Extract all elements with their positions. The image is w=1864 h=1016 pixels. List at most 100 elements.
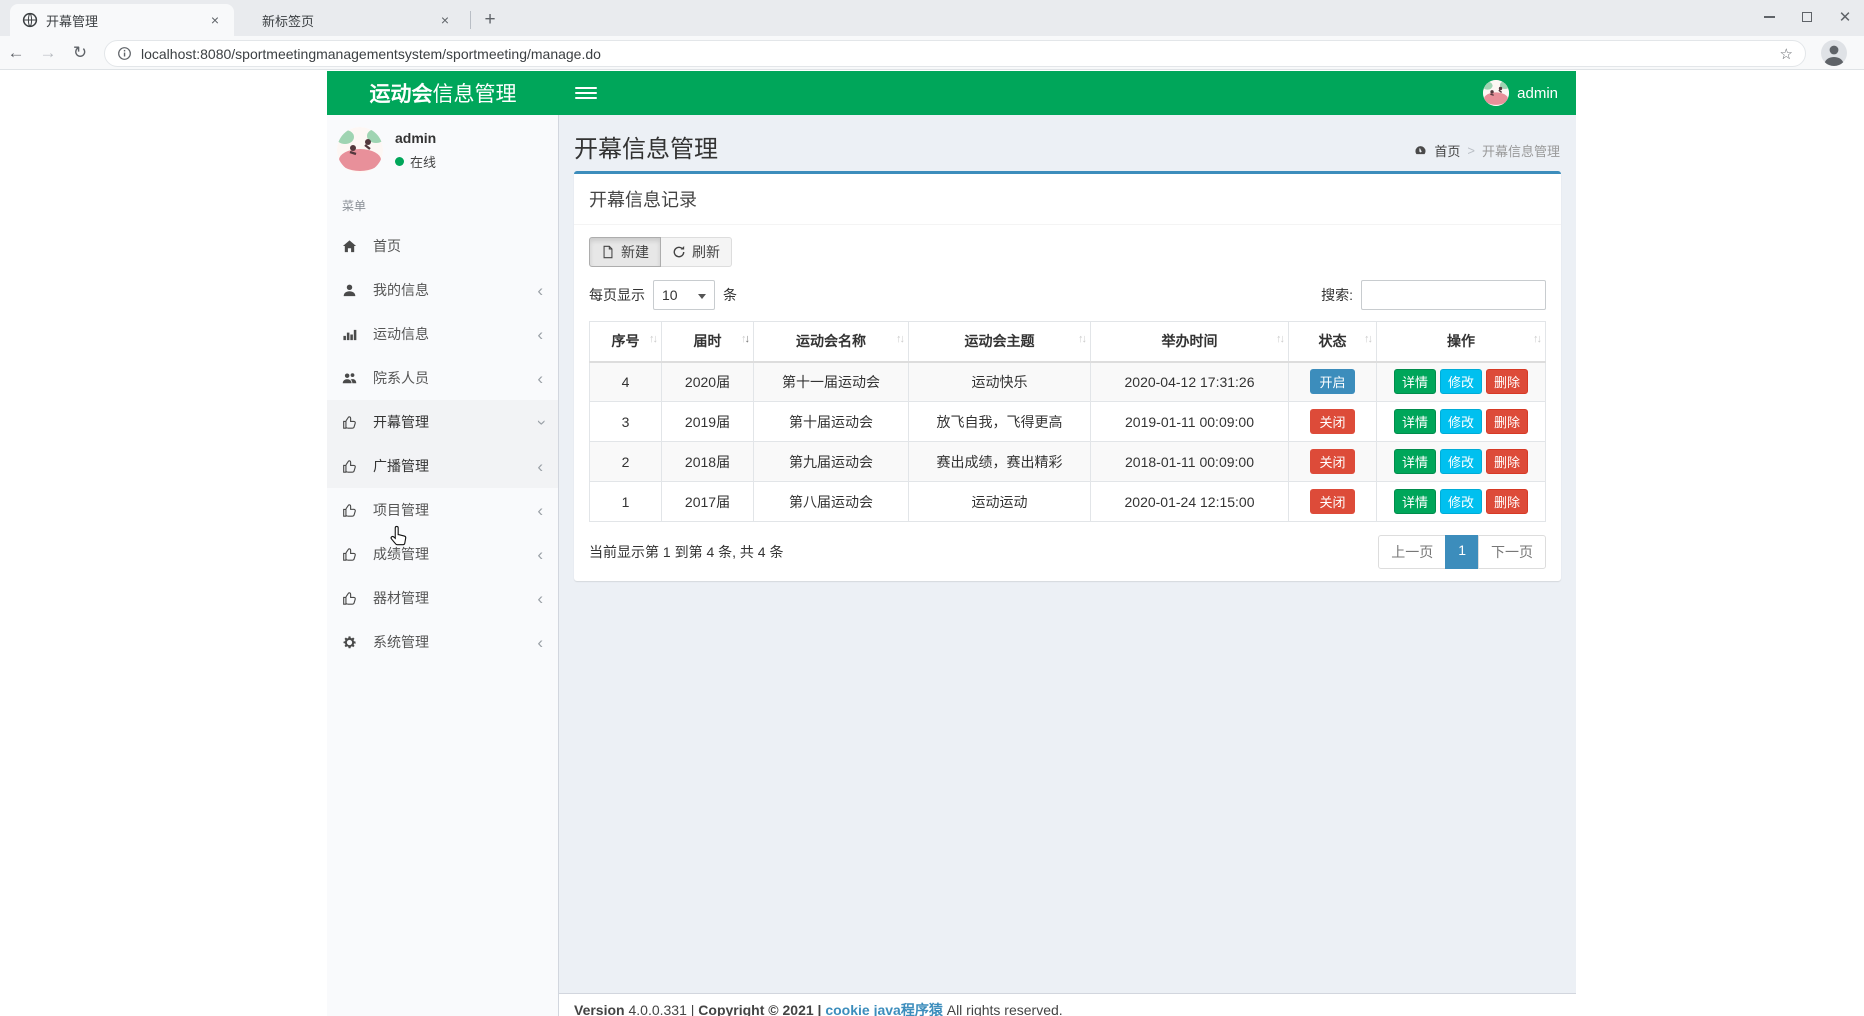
prev-page-button[interactable]: 上一页 — [1378, 535, 1447, 569]
tab-divider — [470, 11, 471, 29]
users-icon — [342, 371, 362, 386]
sidebar-item-my-info[interactable]: 我的信息 ‹ — [327, 268, 558, 312]
cell-seq: 2 — [589, 441, 662, 482]
cell-time: 2018-01-11 00:09:00 — [1090, 441, 1289, 482]
cell-actions: 详情 修改 删除 — [1376, 481, 1546, 522]
delete-button[interactable]: 删除 — [1486, 369, 1529, 395]
sidebar-item-sport-info[interactable]: 运动信息 ‹ — [327, 312, 558, 356]
records-table: 序号 ↑↓ 届时 ↑↓ 运动会名称 ↑↓ 运动会主题 ↑↓ 举办时间 ↑↓ 状态 ↑↓ 操作 ↑↓ 4 20… — [589, 321, 1546, 522]
cell-time: 2020-01-24 12:15:00 — [1090, 481, 1289, 522]
column-header[interactable]: 运动会名称 ↑↓ — [753, 321, 909, 363]
sidebar-item-system[interactable]: 系统管理 ‹ — [327, 620, 558, 664]
column-header[interactable]: 举办时间 ↑↓ — [1090, 321, 1289, 363]
new-tab-button[interactable]: + — [477, 7, 503, 33]
thumbs-up-icon — [342, 591, 362, 606]
browser-toolbar: ← → ↻ localhost:8080/sportmeetingmanagem… — [0, 36, 1864, 70]
page-length-control: 每页显示 10 条 — [589, 280, 737, 310]
breadcrumb-home-link[interactable]: 首页 — [1434, 141, 1460, 160]
sort-icon[interactable]: ↑↓ — [896, 333, 905, 345]
bookmark-star-icon[interactable]: ☆ — [1780, 45, 1793, 63]
footer-author-link[interactable]: cookie java程序猿 — [825, 1002, 943, 1016]
browser-tab-inactive[interactable]: 新标签页 × — [250, 4, 464, 36]
main-content: 开幕信息管理 首页 > 开幕信息管理 开幕信息记录 新建 刷新 每页显示 10 … — [559, 115, 1576, 1016]
column-label: 操作 — [1447, 333, 1475, 350]
header-user-menu[interactable]: admin — [1483, 71, 1558, 115]
sort-icon[interactable]: ↑↓ — [649, 333, 658, 345]
cell-status: 关闭 — [1288, 401, 1377, 442]
sidebar-toggle-icon[interactable] — [575, 87, 597, 99]
breadcrumb: 首页 > 开幕信息管理 — [1414, 141, 1560, 160]
logo-bold: 运动会 — [369, 83, 433, 106]
sort-icon[interactable]: ↑↓ — [1078, 333, 1087, 345]
length-label-after: 条 — [723, 287, 737, 303]
sidebar-item-score[interactable]: 成绩管理 ‹ — [327, 532, 558, 576]
delete-button[interactable]: 删除 — [1486, 449, 1529, 474]
column-header[interactable]: 序号 ↑↓ — [589, 321, 662, 363]
edit-button[interactable]: 修改 — [1439, 489, 1482, 514]
browser-profile-icon[interactable] — [1820, 39, 1848, 67]
edit-button[interactable]: 修改 — [1439, 409, 1482, 434]
new-button[interactable]: 新建 — [589, 237, 661, 267]
delete-button[interactable]: 删除 — [1486, 409, 1529, 434]
browser-tab-active[interactable]: 开幕管理 × — [10, 4, 234, 36]
page-length-select[interactable]: 10 — [653, 280, 715, 310]
tab-title: 开幕管理 — [46, 13, 99, 29]
chevron-left-icon: ‹ — [537, 280, 543, 300]
tab-close-icon[interactable]: × — [436, 11, 454, 29]
search-input[interactable] — [1361, 280, 1546, 310]
column-label: 届时 — [693, 333, 722, 350]
delete-button[interactable]: 删除 — [1486, 489, 1529, 514]
site-info-icon[interactable] — [117, 46, 132, 61]
window-minimize-icon[interactable] — [1750, 0, 1788, 34]
column-header[interactable]: 状态 ↑↓ — [1288, 321, 1377, 363]
web-page: 运动会信息管理 admin admin 在线 菜单 首页 我的信息 ‹ 运动信息 ‹ — [0, 71, 1864, 1016]
sort-icon[interactable]: ↑↓ — [1533, 333, 1542, 345]
chevron-left-icon: ‹ — [537, 500, 543, 520]
cell-seq: 1 — [589, 481, 662, 522]
sidebar-item-equipment[interactable]: 器材管理 ‹ — [327, 576, 558, 620]
home-icon — [342, 239, 362, 254]
address-bar[interactable]: localhost:8080/sportmeetingmanagementsys… — [104, 40, 1806, 67]
window-close-icon[interactable]: ✕ — [1826, 0, 1864, 34]
edit-button[interactable]: 修改 — [1439, 369, 1482, 395]
detail-button[interactable]: 详情 — [1393, 369, 1436, 395]
sidebar-item-dept-staff[interactable]: 院系人员 ‹ — [327, 356, 558, 400]
page-1-button[interactable]: 1 — [1445, 535, 1479, 569]
app-logo[interactable]: 运动会信息管理 — [327, 78, 559, 108]
sidebar-item-project[interactable]: 项目管理 ‹ — [327, 488, 558, 532]
forward-icon[interactable]: → — [32, 43, 64, 63]
detail-button[interactable]: 详情 — [1393, 409, 1436, 434]
window-maximize-icon[interactable] — [1788, 0, 1826, 34]
detail-button[interactable]: 详情 — [1393, 449, 1436, 474]
cell-session: 2020届 — [661, 361, 754, 402]
sidebar-item-opening[interactable]: 开幕管理 ‹ — [327, 400, 558, 444]
column-header[interactable]: 运动会主题 ↑↓ — [908, 321, 1091, 363]
sort-icon[interactable]: ↑↓ — [741, 333, 750, 345]
cell-session: 2019届 — [661, 401, 754, 442]
status-badge: 关闭 — [1310, 449, 1355, 474]
tab-close-icon[interactable]: × — [206, 11, 224, 29]
app-header: 运动会信息管理 admin — [327, 71, 1576, 115]
next-page-button[interactable]: 下一页 — [1478, 535, 1546, 569]
table-controls: 每页显示 10 条 搜索: — [589, 280, 1546, 310]
column-header[interactable]: 操作 ↑↓ — [1376, 321, 1546, 363]
refresh-button[interactable]: 刷新 — [661, 237, 732, 267]
search-label: 搜索: — [1321, 287, 1353, 303]
detail-button[interactable]: 详情 — [1393, 489, 1436, 514]
column-header[interactable]: 届时 ↑↓ — [661, 321, 754, 363]
sidebar-item-label: 我的信息 — [373, 282, 429, 298]
sort-icon[interactable]: ↑↓ — [1364, 333, 1373, 345]
edit-button[interactable]: 修改 — [1439, 449, 1482, 474]
sidebar-item-home[interactable]: 首页 — [327, 224, 558, 268]
app-wrapper: 运动会信息管理 admin admin 在线 菜单 首页 我的信息 ‹ 运动信息 ‹ — [327, 71, 1576, 1016]
sidebar-item-broadcast[interactable]: 广播管理 ‹ — [327, 444, 558, 488]
dashboard-icon — [1414, 144, 1427, 157]
reload-icon[interactable]: ↻ — [64, 43, 96, 63]
sidebar-menu-label: 菜单 — [342, 199, 367, 213]
url-text[interactable]: localhost:8080/sportmeetingmanagementsys… — [141, 46, 1780, 62]
back-icon[interactable]: ← — [0, 43, 32, 63]
file-icon — [603, 245, 613, 259]
panel-body: 新建 刷新 每页显示 10 条 搜索: 序号 ↑↓ 届时 ↑↓ 运动会名称 ↑↓… — [574, 225, 1561, 581]
sidebar: admin 在线 菜单 首页 我的信息 ‹ 运动信息 ‹ 院系人员 ‹ 开幕管理 ‹ 广播管理 ‹ 项… — [327, 115, 559, 1016]
sort-icon[interactable]: ↑↓ — [1276, 333, 1285, 345]
